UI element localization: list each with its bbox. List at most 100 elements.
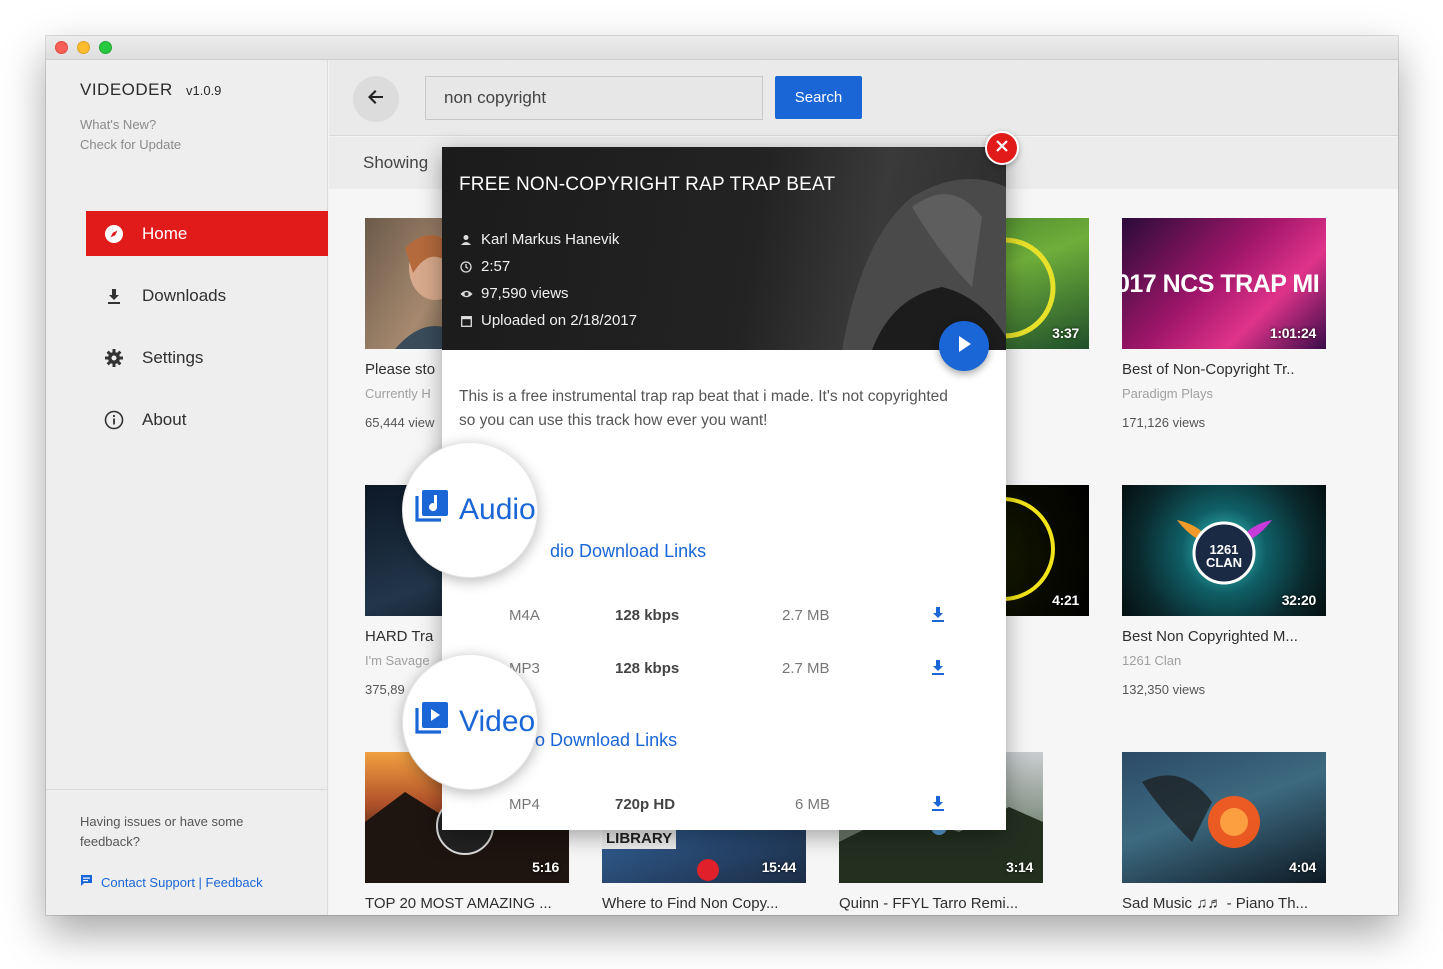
upload-date: Uploaded on 2/18/2017 <box>481 312 637 329</box>
video-duration: 15:44 <box>761 859 797 875</box>
person-icon <box>459 234 473 246</box>
video-callout: Video <box>402 654 538 790</box>
feedback-text: Having issues or have some feedback? <box>80 814 244 849</box>
download-size: 2.7 MB <box>782 607 830 624</box>
download-row[interactable]: M4A 128 kbps 2.7 MB <box>442 607 1006 637</box>
title-bar <box>46 36 1398 60</box>
download-format: MP4 <box>509 796 540 813</box>
contact-support-label: Contact Support | Feedback <box>101 874 263 890</box>
author-row: Karl Markus Hanevik <box>459 231 619 248</box>
gear-icon <box>86 348 142 368</box>
check-update-link[interactable]: Check for Update <box>80 137 181 152</box>
clock-icon <box>459 260 473 273</box>
showing-label: Showing <box>363 153 429 172</box>
download-quality: 128 kbps <box>615 607 680 624</box>
duration-row: 2:57 <box>459 258 510 275</box>
nav-item-home[interactable]: Home <box>86 211 328 256</box>
close-icon <box>995 139 1009 158</box>
video-title[interactable]: Quinn - FFYL Tarro Remi... <box>839 895 1043 912</box>
dialog-header: FREE NON-COPYRIGHT RAP TRAP BEAT Karl Ma… <box>442 147 1006 350</box>
search-bar: non copyright Search <box>329 60 1398 136</box>
zoom-window-button[interactable] <box>99 41 112 54</box>
download-quality: 720p HD <box>615 796 676 813</box>
video-title[interactable]: Where to Find Non Copy... <box>602 895 806 912</box>
music-file-icon <box>413 487 451 533</box>
video-duration: 1:01:24 <box>1269 325 1316 341</box>
video-callout-content: Video <box>413 699 535 745</box>
video-card[interactable]: 1261 CLAN 32:20 Best Non Copyrighted M..… <box>1122 485 1326 697</box>
chat-icon <box>80 874 93 890</box>
back-button[interactable] <box>353 76 399 122</box>
download-format: M4A <box>509 607 540 624</box>
minimize-window-button[interactable] <box>77 41 90 54</box>
nav-label-downloads: Downloads <box>142 285 227 305</box>
download-size: 2.7 MB <box>782 660 830 677</box>
nav-label-settings: Settings <box>142 347 204 367</box>
video-card[interactable]: 017 NCS TRAP MI 1:01:24 Best of Non-Copy… <box>1122 218 1326 430</box>
contact-support-link[interactable]: Contact Support | Feedback <box>80 874 263 890</box>
video-thumbnail[interactable]: 4:04 <box>1122 752 1326 883</box>
views-row: 97,590 views <box>459 285 569 302</box>
close-dialog-button[interactable] <box>985 131 1019 165</box>
download-quality: 128 kbps <box>615 660 680 677</box>
compass-icon <box>86 224 142 244</box>
video-channel: 1261 Clan <box>1122 653 1182 668</box>
search-input[interactable]: non copyright <box>425 76 763 120</box>
author-name: Karl Markus Hanevik <box>481 231 620 248</box>
download-icon[interactable] <box>931 658 945 680</box>
nav-item-about[interactable]: About <box>86 397 328 442</box>
audio-callout-content: Audio <box>413 487 536 533</box>
dialog-title: FREE NON-COPYRIGHT RAP TRAP BEAT <box>459 174 836 195</box>
video-callout-label: Video <box>459 705 536 738</box>
audio-callout-label: Audio <box>459 493 536 526</box>
video-channel: Paradigm Plays <box>1122 386 1214 401</box>
download-icon <box>86 287 142 305</box>
audio-section-title: dio Download Links <box>550 541 707 561</box>
video-duration: 32:20 <box>1281 592 1317 608</box>
nav-label-about: About <box>142 409 187 429</box>
download-icon[interactable] <box>931 794 945 816</box>
video-title[interactable]: Best Non Copyrighted M... <box>1122 628 1326 645</box>
eye-icon <box>459 289 473 299</box>
app-version: v1.0.9 <box>186 83 222 98</box>
thumbnail-text: 1261 CLAN <box>1205 542 1243 570</box>
video-thumbnail[interactable]: 1261 CLAN 32:20 <box>1122 485 1326 616</box>
view-count: 97,590 views <box>481 285 569 302</box>
download-size: 6 MB <box>795 796 831 813</box>
video-title[interactable]: Best of Non-Copyright Tr.. <box>1122 361 1326 378</box>
calendar-icon <box>459 315 473 327</box>
video-file-icon <box>413 699 451 745</box>
audio-callout: Audio <box>402 442 538 578</box>
video-duration: 5:16 <box>532 859 559 875</box>
nav-item-downloads[interactable]: Downloads <box>86 273 328 318</box>
video-duration: 4:21 <box>1052 592 1079 608</box>
video-views: 132,350 views <box>1122 682 1206 697</box>
app-name: VIDEODER <box>80 80 173 99</box>
play-icon <box>956 335 972 358</box>
play-button[interactable] <box>939 321 989 371</box>
close-window-button[interactable] <box>55 41 68 54</box>
video-title[interactable]: TOP 20 MOST AMAZING ... <box>365 895 569 912</box>
nav-label-home: Home <box>142 223 188 243</box>
info-icon <box>86 410 142 430</box>
video-length: 2:57 <box>481 258 511 275</box>
search-button[interactable]: Search <box>775 76 862 119</box>
video-duration: 3:37 <box>1052 325 1079 341</box>
video-section-title: o Download Links <box>535 730 678 750</box>
upload-row: Uploaded on 2/18/2017 <box>459 312 637 329</box>
download-row[interactable]: MP4 720p HD 6 MB <box>442 796 1006 826</box>
video-duration: 3:14 <box>1006 859 1033 875</box>
video-thumbnail[interactable]: 017 NCS TRAP MI 1:01:24 <box>1122 218 1326 349</box>
nav-item-settings[interactable]: Settings <box>86 335 328 380</box>
sidebar: VIDEODER v1.0.9 What's New? Check for Up… <box>46 60 328 915</box>
thumbnail-text: 017 NCS TRAP MI <box>1122 270 1320 298</box>
video-description: This is a free instrumental trap rap bea… <box>459 388 948 429</box>
video-card[interactable]: 4:04 Sad Music ♫♬ - Piano Th... <box>1122 752 1326 912</box>
video-duration: 4:04 <box>1289 859 1316 875</box>
video-title[interactable]: Sad Music ♫♬ - Piano Th... <box>1122 895 1326 912</box>
download-icon[interactable] <box>931 605 945 627</box>
whats-new-link[interactable]: What's New? <box>80 117 156 132</box>
arrow-left-icon <box>366 87 386 112</box>
video-views: 171,126 views <box>1122 415 1206 430</box>
sidebar-divider <box>46 789 328 790</box>
